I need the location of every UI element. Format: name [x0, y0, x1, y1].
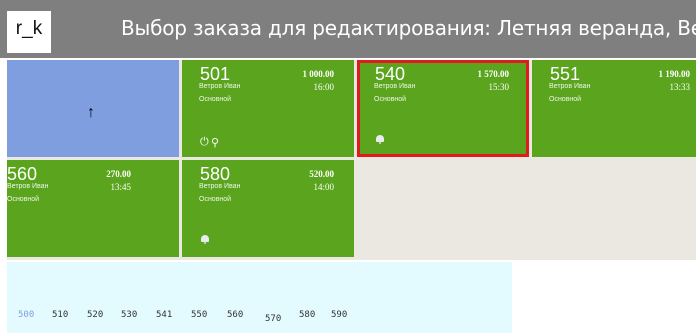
up-arrow-icon: ↑ [87, 104, 95, 121]
order-number: 540 [375, 64, 406, 84]
order-waiter: Ветров Иван [199, 183, 241, 190]
order-number: 501 [200, 64, 231, 84]
order-tile-560[interactable]: 560 270.00 13:45 Ветров Иван Основной [7, 160, 179, 257]
order-number: 551 [550, 64, 581, 84]
table-580[interactable]: 580 [299, 310, 315, 320]
page-title: Выбор заказа для редактирования: Летняя … [121, 16, 696, 40]
order-waiter: Ветров Иван [549, 83, 591, 90]
table-500[interactable]: 500 [18, 310, 34, 320]
header-bar: r_k Выбор заказа для редактирования: Лет… [0, 0, 696, 58]
order-type: Основной [7, 196, 40, 203]
table-560[interactable]: 560 [227, 310, 243, 320]
clock-icon: ⏻ [200, 136, 209, 148]
table-selector: 500 510 520 530 541 550 560 570 580 590 [7, 262, 512, 333]
order-time: 13:45 [110, 182, 131, 192]
order-amount: 520.00 [309, 169, 334, 179]
table-570[interactable]: 570 [265, 314, 281, 324]
table-520[interactable]: 520 [87, 310, 103, 320]
table-590[interactable]: 590 [331, 310, 347, 320]
order-number: 560 [7, 164, 38, 184]
order-grid: ↑ 501 1 000.00 16:00 Ветров Иван Основно… [7, 60, 696, 260]
table-510[interactable]: 510 [52, 310, 68, 320]
order-type: Основной [199, 96, 232, 103]
order-amount: 1 190.00 [658, 69, 691, 79]
window: r_k Выбор заказа для редактирования: Лет… [0, 0, 696, 333]
order-amount: 1 570.00 [477, 69, 510, 79]
order-amount: 270.00 [106, 169, 131, 179]
order-number: 580 [200, 164, 231, 184]
order-type: Основной [549, 96, 582, 103]
order-waiter: Ветров Иван [7, 183, 49, 190]
bell-icon [201, 233, 209, 244]
order-waiter: Ветров Иван [374, 83, 416, 90]
order-time: 15:30 [488, 82, 509, 92]
order-time: 14:00 [313, 182, 334, 192]
order-time: 16:00 [313, 82, 334, 92]
pin-icon: ⚲ [211, 137, 220, 149]
app-logo: r_k [7, 11, 51, 53]
order-amount: 1 000.00 [302, 69, 335, 79]
table-550[interactable]: 550 [191, 310, 207, 320]
table-541[interactable]: 541 [156, 310, 172, 320]
order-tile-501[interactable]: 501 1 000.00 16:00 Ветров Иван Основной … [182, 60, 354, 157]
order-type: Основной [374, 96, 407, 103]
order-tile-580[interactable]: 580 520.00 14:00 Ветров Иван Основной [182, 160, 354, 257]
order-tile-540[interactable]: 540 1 570.00 15:30 Ветров Иван Основной [357, 60, 529, 157]
table-530[interactable]: 530 [121, 310, 137, 320]
up-button[interactable]: ↑ [7, 60, 179, 157]
bell-icon [376, 133, 384, 144]
order-time: 13:33 [669, 82, 690, 92]
order-tile-551[interactable]: 551 1 190.00 13:33 Ветров Иван Основной [532, 60, 696, 157]
order-waiter: Ветров Иван [199, 83, 241, 90]
order-type: Основной [199, 196, 232, 203]
